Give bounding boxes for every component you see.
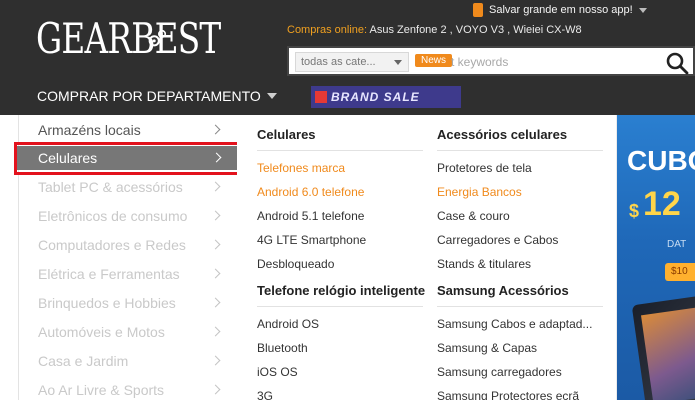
heading-telefone-relogio[interactable]: Telefone relógio inteligente bbox=[257, 283, 425, 298]
category-item-label: Ao Ar Livre & Sports bbox=[38, 382, 165, 398]
banner-title: CUBO bbox=[627, 145, 695, 176]
chevron-right-icon bbox=[210, 355, 221, 366]
category-item-tablet[interactable]: Tablet PC & acessórios bbox=[19, 175, 237, 199]
category-select[interactable]: todas as cate... bbox=[295, 52, 409, 72]
banner-price: 12 bbox=[643, 185, 681, 223]
gear-icon bbox=[148, 29, 167, 47]
link-desbloqueado[interactable]: Desbloqueado bbox=[257, 257, 334, 271]
category-item-label: Casa e Jardim bbox=[38, 353, 129, 369]
link-samsung-carregadores[interactable]: Samsung carregadores bbox=[437, 365, 562, 379]
link-4g-lte[interactable]: 4G LTE Smartphone bbox=[257, 233, 366, 247]
banner-subtext: DAT bbox=[667, 239, 687, 250]
selection-highlight bbox=[14, 142, 240, 175]
category-item-ar-livre[interactable]: Ao Ar Livre & Sports bbox=[19, 378, 237, 400]
chevron-right-icon bbox=[210, 181, 221, 192]
chevron-down-icon bbox=[638, 7, 647, 13]
category-item-label: Armazéns locais bbox=[38, 122, 141, 138]
app-promo-link[interactable]: Salvar grande em nosso app! bbox=[473, 1, 647, 19]
chevron-right-icon bbox=[210, 239, 221, 250]
category-item-automoveis[interactable]: Automóveis e Motos bbox=[19, 320, 237, 344]
category-item-label: Eletrônicos de consumo bbox=[38, 208, 188, 224]
news-badge: News bbox=[415, 54, 453, 67]
site-header: GEARBEST Salvar grande em nosso app! Com… bbox=[0, 0, 695, 115]
divider bbox=[437, 150, 603, 151]
department-menu-label: COMPRAR POR DEPARTAMENTO bbox=[37, 88, 261, 104]
search-bar: todas as cate... News bbox=[287, 46, 695, 76]
phone-icon bbox=[473, 3, 483, 17]
hot-search-label: Compras online: bbox=[287, 24, 368, 36]
app-promo-text: Salvar grande em nosso app! bbox=[489, 4, 633, 16]
heading-acessorios-celulares[interactable]: Acessórios celulares bbox=[437, 127, 567, 142]
gearbest-logo[interactable]: GEARBEST bbox=[36, 14, 221, 63]
chevron-down-icon bbox=[394, 60, 402, 65]
chevron-right-icon bbox=[210, 297, 221, 308]
brand-sale-icon bbox=[315, 91, 327, 103]
category-item-eletrica[interactable]: Elétrica e Ferramentas bbox=[19, 262, 237, 286]
banner-price-pill: $10 bbox=[665, 263, 695, 281]
category-item-label: Elétrica e Ferramentas bbox=[38, 266, 180, 282]
link-carregadores-cabos[interactable]: Carregadores e Cabos bbox=[437, 233, 558, 247]
chevron-right-icon bbox=[210, 384, 221, 395]
category-dropdown-panel: Celulares Telefones marca Android 6.0 te… bbox=[237, 115, 617, 400]
link-samsung-cabos[interactable]: Samsung Cabos e adaptad... bbox=[437, 317, 592, 331]
category-select-value: todas as cate... bbox=[301, 56, 376, 68]
link-android-60[interactable]: Android 6.0 telefone bbox=[257, 185, 364, 199]
banner-currency: $ bbox=[629, 201, 640, 221]
link-energia-bancos[interactable]: Energia Bancos bbox=[437, 185, 522, 199]
chevron-right-icon bbox=[210, 268, 221, 279]
search-input[interactable] bbox=[451, 51, 651, 73]
category-item-label: Brinquedos e Hobbies bbox=[38, 295, 176, 311]
link-case-couro[interactable]: Case & couro bbox=[437, 209, 510, 223]
chevron-right-icon bbox=[210, 326, 221, 337]
category-item-computadores[interactable]: Computadores e Redes bbox=[19, 233, 237, 257]
chevron-right-icon bbox=[210, 124, 221, 135]
category-item-armazens[interactable]: Armazéns locais bbox=[19, 118, 237, 142]
link-android-51[interactable]: Android 5.1 telefone bbox=[257, 209, 364, 223]
divider bbox=[257, 306, 423, 307]
divider bbox=[437, 306, 603, 307]
heading-celulares[interactable]: Celulares bbox=[257, 127, 316, 142]
category-item-casa[interactable]: Casa e Jardim bbox=[19, 349, 237, 373]
hot-search: Compras online: Asus Zenfone 2 , VOYO V3… bbox=[287, 24, 582, 36]
link-telefones-marca[interactable]: Telefones marca bbox=[257, 161, 345, 175]
brand-sale-banner[interactable]: BRAND SALE bbox=[311, 86, 461, 108]
link-bluetooth[interactable]: Bluetooth bbox=[257, 341, 308, 355]
chevron-down-icon bbox=[266, 93, 277, 99]
link-protetores-tela[interactable]: Protetores de tela bbox=[437, 161, 532, 175]
link-ios-os[interactable]: iOS OS bbox=[257, 365, 298, 379]
category-item-eletronicos[interactable]: Eletrônicos de consumo bbox=[19, 204, 237, 228]
category-item-label: Automóveis e Motos bbox=[38, 324, 165, 340]
link-android-os[interactable]: Android OS bbox=[257, 317, 319, 331]
link-samsung-capas[interactable]: Samsung & Capas bbox=[437, 341, 537, 355]
category-item-label: Tablet PC & acessórios bbox=[38, 179, 183, 195]
category-item-brinquedos[interactable]: Brinquedos e Hobbies bbox=[19, 291, 237, 315]
brand-sale-text: BRAND SALE bbox=[331, 90, 420, 104]
divider bbox=[257, 150, 423, 151]
hot-search-terms[interactable]: Asus Zenfone 2 , VOYO V3 , Wieiei CX-W8 bbox=[367, 24, 582, 36]
link-stands-titulares[interactable]: Stands & titulares bbox=[437, 257, 531, 271]
search-icon[interactable] bbox=[665, 51, 689, 75]
heading-samsung-acessorios[interactable]: Samsung Acessórios bbox=[437, 283, 569, 298]
promo-banner[interactable]: CUBO $ 12 DAT $10 bbox=[617, 115, 695, 400]
link-samsung-protectores[interactable]: Samsung Protectores ecrã bbox=[437, 389, 579, 400]
department-menu-button[interactable]: COMPRAR POR DEPARTAMENTO bbox=[37, 88, 277, 104]
link-3g[interactable]: 3G bbox=[257, 389, 273, 400]
category-item-label: Computadores e Redes bbox=[38, 237, 186, 253]
chevron-right-icon bbox=[210, 210, 221, 221]
